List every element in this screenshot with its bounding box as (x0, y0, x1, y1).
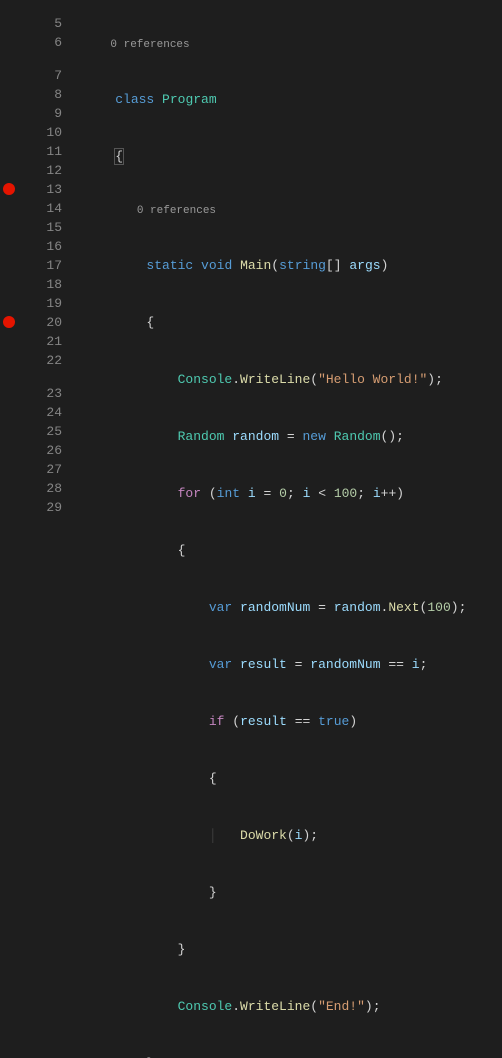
line-number: 29 (20, 498, 62, 517)
line-number: 12 (20, 161, 62, 180)
code-line[interactable]: } (84, 1054, 502, 1058)
code-line[interactable]: { (84, 313, 502, 332)
code-line[interactable]: { (84, 147, 502, 166)
line-number: 10 (20, 123, 62, 142)
code-line[interactable]: var result = randomNum == i; (84, 655, 502, 674)
line-number: 19 (20, 294, 62, 313)
breakpoint-icon[interactable] (3, 183, 15, 195)
line-number: 15 (20, 218, 62, 237)
code-line[interactable]: Console.WriteLine("Hello World!"); (84, 370, 502, 389)
line-number: 21 (20, 332, 62, 351)
line-number: 9 (20, 104, 62, 123)
line-number-gutter: 5 6 7 8 9 10 11 12 13 14 15 16 17 18 19 … (20, 0, 80, 529)
line-number: 26 (20, 441, 62, 460)
line-number: 27 (20, 460, 62, 479)
line-number: 16 (20, 237, 62, 256)
code-line[interactable]: var randomNum = random.Next(100); (84, 598, 502, 617)
line-number: 18 (20, 275, 62, 294)
code-line[interactable]: Console.WriteLine("End!"); (84, 997, 502, 1016)
code-line[interactable]: { (84, 769, 502, 788)
codelens-references[interactable]: 0 references (84, 38, 502, 52)
line-number: 23 (20, 384, 62, 403)
code-line[interactable]: static void Main(string[] args) (84, 256, 502, 275)
code-line[interactable]: } (84, 940, 502, 959)
line-number: 6 (20, 33, 62, 52)
breakpoint-margin[interactable] (0, 0, 20, 529)
code-line[interactable]: } (84, 883, 502, 902)
line-number: 24 (20, 403, 62, 422)
line-number: 28 (20, 479, 62, 498)
line-number: 22 (20, 351, 62, 370)
code-area[interactable]: 0 references class Program { 0 reference… (80, 0, 502, 529)
line-number: 25 (20, 422, 62, 441)
line-number: 13 (20, 180, 62, 199)
code-editor: 5 6 7 8 9 10 11 12 13 14 15 16 17 18 19 … (0, 0, 502, 529)
code-line[interactable]: if (result == true) (84, 712, 502, 731)
line-number: 14 (20, 199, 62, 218)
code-line[interactable]: class Program (84, 90, 502, 109)
line-number: 7 (20, 66, 62, 85)
code-line[interactable]: { (84, 541, 502, 560)
breakpoint-icon[interactable] (3, 316, 15, 328)
line-number: 11 (20, 142, 62, 161)
line-number: 5 (20, 14, 62, 33)
codelens-references[interactable]: 0 references (84, 204, 502, 218)
line-number: 20 (20, 313, 62, 332)
code-line[interactable]: for (int i = 0; i < 100; i++) (84, 484, 502, 503)
line-number: 8 (20, 85, 62, 104)
line-number: 17 (20, 256, 62, 275)
code-line[interactable]: │ DoWork(i); (84, 826, 502, 845)
code-line[interactable]: Random random = new Random(); (84, 427, 502, 446)
